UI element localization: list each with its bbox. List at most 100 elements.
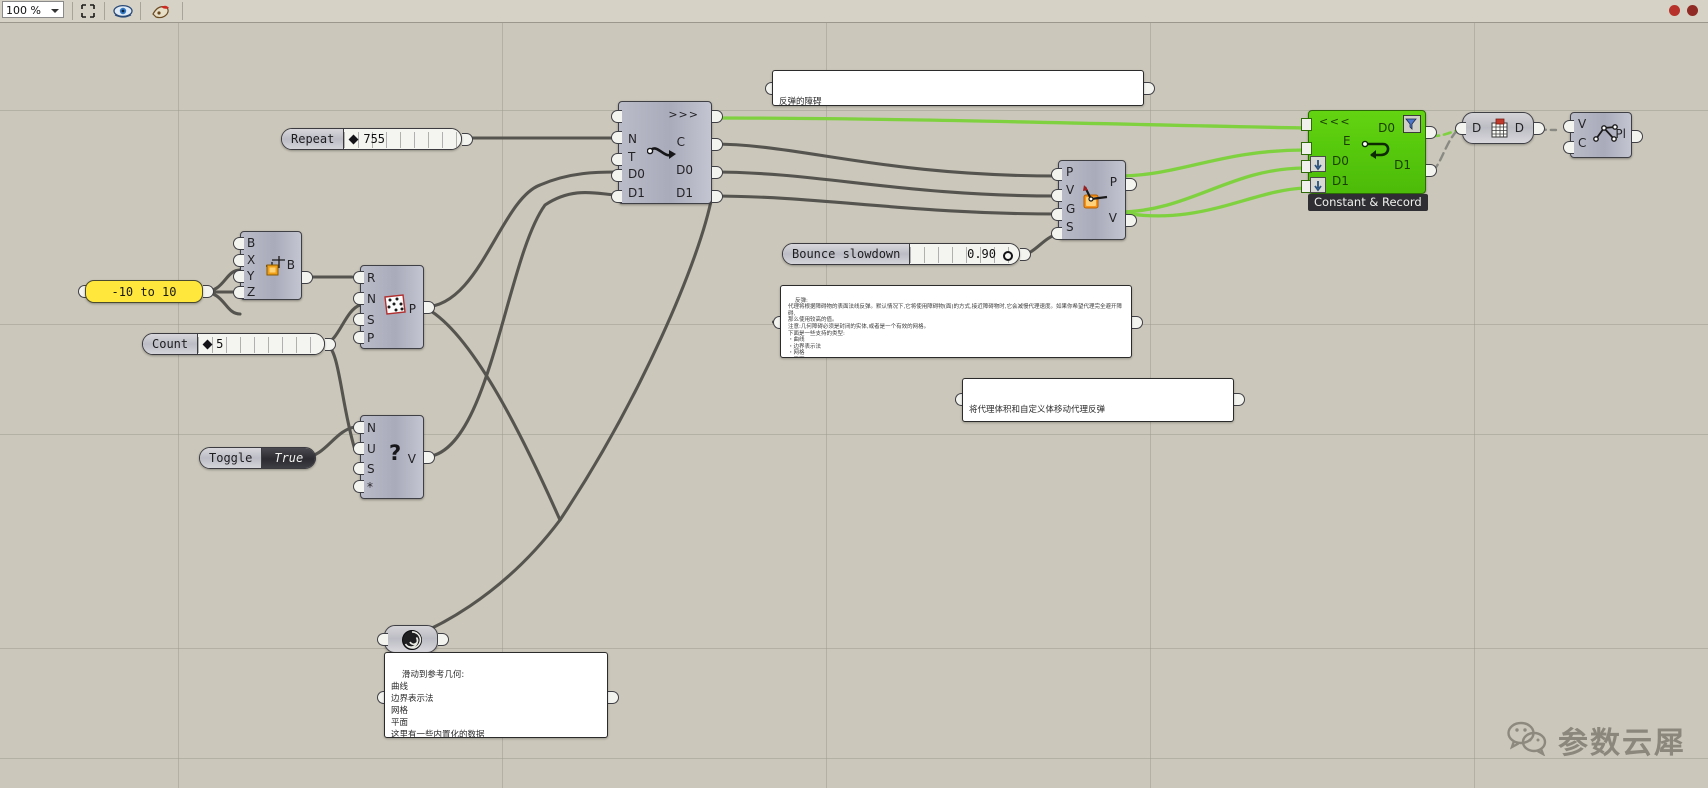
node-bounce[interactable]: P V G S P V <box>1058 160 1126 240</box>
node-bounce-nub-g[interactable] <box>1051 208 1062 221</box>
close-dot-icon[interactable] <box>1669 5 1680 16</box>
note-panel-bottom[interactable]: 滑动到参考几何: 曲线 边界表示法 网格 平面 这里有一些内置化的数据 <box>384 652 608 738</box>
node-polyline-nub-c[interactable] <box>1563 141 1574 154</box>
chevron-down-icon[interactable] <box>51 9 59 13</box>
node-populate-nub-n[interactable] <box>353 292 364 305</box>
node-box-input-x: X <box>247 253 256 267</box>
node-box-input-z: Z <box>247 285 256 299</box>
domain-panel-text: -10 to 10 <box>111 284 177 299</box>
node-random-nub-s[interactable] <box>353 462 364 475</box>
zoom-level-combobox[interactable]: 100 % <box>2 1 64 18</box>
node-loop-output-next: >>> <box>668 108 699 121</box>
filter-funnel-icon[interactable] <box>1403 115 1421 133</box>
preview-eye-icon[interactable] <box>112 2 133 20</box>
slider-ticks <box>344 132 461 148</box>
node-populate-nub-p[interactable] <box>353 331 364 344</box>
node-custom-preview[interactable] <box>384 625 438 653</box>
node-box-input-b: B <box>247 236 256 250</box>
toggle-value[interactable]: True <box>262 448 316 468</box>
note-panel-top-line1: 反弹的障碍 <box>779 97 822 106</box>
node-loop-nub-d0[interactable] <box>611 169 622 182</box>
domain-panel[interactable]: -10 to 10 <box>85 280 203 303</box>
node-constant-record-name: Constant & Record <box>1308 194 1428 211</box>
close-dot-icon-2[interactable] <box>1687 5 1698 16</box>
node-record-input-d1: D1 <box>1332 174 1349 188</box>
data-tree-icon <box>1489 117 1511 145</box>
note-panel-bottom-text: 滑动到参考几何: 曲线 边界表示法 网格 平面 这里有一些内置化的数据 <box>391 670 485 738</box>
zoom-extents-icon[interactable] <box>78 2 98 20</box>
loop-end-arrow-icon <box>1361 139 1395 167</box>
node-record-nub-e[interactable] <box>1301 142 1312 155</box>
node-loop-nub-n[interactable] <box>611 131 622 144</box>
slider-bounce-slowdown-value: 0.90 <box>967 247 996 261</box>
bake-icon[interactable] <box>150 2 170 20</box>
node-populate-input-n: N <box>367 292 376 306</box>
node-loop-input-n: N <box>628 132 637 146</box>
node-loop-nub-d1[interactable] <box>611 190 622 203</box>
node-canvas[interactable] <box>0 22 1708 788</box>
node-populate-nub-s[interactable] <box>353 313 364 326</box>
node-polyline[interactable]: V C Pl <box>1570 112 1632 158</box>
node-record-input-prev: <<< <box>1319 115 1352 128</box>
slider-bounce-slowdown-track[interactable]: 0.90 <box>910 244 1019 264</box>
node-random-nub-n[interactable] <box>353 421 364 434</box>
slider-repeat[interactable]: Repeat 755 <box>281 128 462 150</box>
node-record-input-e: E <box>1343 134 1351 148</box>
node-record-toggle-d0[interactable] <box>1310 156 1326 172</box>
toolbar: 100 % <box>0 0 1708 23</box>
node-bounce-nub-v[interactable] <box>1051 189 1062 202</box>
node-box-nub-z[interactable] <box>233 286 244 299</box>
node-polyline-nub-v[interactable] <box>1563 120 1574 133</box>
node-random-output-v: V <box>407 452 416 466</box>
node-random[interactable]: N U S * V ? <box>360 415 424 499</box>
node-bounce-nub-p[interactable] <box>1051 168 1062 181</box>
node-custom-preview-nub-in[interactable] <box>377 633 388 646</box>
canvas-grid-line <box>0 434 1708 435</box>
slider-bounce-slowdown-label: Bounce slowdown <box>783 244 911 264</box>
node-loop-input-t: T <box>628 150 636 164</box>
node-flatten-tree[interactable]: D D <box>1462 112 1534 144</box>
toolbar-separator <box>182 2 183 20</box>
node-polyline-input-v: V <box>1578 117 1587 131</box>
note-panel-top[interactable]: 反弹的障碍 从几何障碍中跳出代理。 <box>772 70 1144 106</box>
node-box-nub-y[interactable] <box>233 270 244 283</box>
note-panel-description-text: 反弹: 代理将根据障碍物的表面法线反弹。默认情况下,它将使用障碍物(面)的方式,… <box>788 297 1123 357</box>
node-populate-nub-r[interactable] <box>353 271 364 284</box>
node-flatten-output-d: D <box>1514 121 1524 135</box>
node-box-nub-x[interactable] <box>233 254 244 267</box>
loop-arrow-icon <box>646 144 681 172</box>
svg-text:?: ? <box>389 441 401 465</box>
node-random-nub-u[interactable] <box>353 442 364 455</box>
toggle-label: Toggle <box>200 448 263 468</box>
node-populate-input-r: R <box>367 271 376 285</box>
node-record-toggle-d1[interactable] <box>1310 177 1326 193</box>
node-loop-nub-t[interactable] <box>611 153 622 166</box>
slider-count-track[interactable]: 5 <box>198 334 324 354</box>
slider-repeat-track[interactable]: 755 <box>344 129 461 149</box>
slider-count[interactable]: Count 5 <box>142 333 325 355</box>
node-populate-3d[interactable]: R N S P P <box>360 265 424 349</box>
node-record-output-d1: D1 <box>1394 158 1411 172</box>
node-loop-nub-top[interactable] <box>611 110 622 123</box>
question-mark-icon: ? <box>385 440 409 472</box>
node-loop-start[interactable]: N T D0 D1 >>> C D0 D1 <box>618 101 712 204</box>
node-bounce-input-p: P <box>1066 165 1074 179</box>
node-random-nub-mult[interactable] <box>353 480 364 493</box>
slider-repeat-value: 755 <box>363 132 386 146</box>
node-random-input-u: U <box>367 442 376 456</box>
slider-bounce-slowdown[interactable]: Bounce slowdown 0.90 <box>782 243 1020 265</box>
slider-handle[interactable] <box>1003 251 1013 261</box>
note-panel-warning[interactable]: 将代理体积和自定义体移动代理反弹 警告:模拟将变得很慢! <box>962 378 1234 422</box>
toggle-boolean[interactable]: Toggle True <box>199 447 317 469</box>
node-record-nub-prev[interactable] <box>1301 118 1312 131</box>
node-flatten-nub-in[interactable] <box>1455 122 1466 135</box>
node-bounce-input-s: S <box>1066 220 1074 234</box>
note-panel-description[interactable]: 反弹: 代理将根据障碍物的表面法线反弹。默认情况下,它将使用障碍物(面)的方式,… <box>780 285 1132 358</box>
node-bounce-nub-s[interactable] <box>1051 227 1062 240</box>
slider-count-label: Count <box>143 334 199 354</box>
node-box[interactable]: B X Y Z B <box>240 231 302 300</box>
node-populate-input-s: S <box>367 313 375 327</box>
node-box-nub-b[interactable] <box>233 237 244 250</box>
node-record-output-d0: D0 <box>1378 121 1395 135</box>
node-bounce-input-v: V <box>1066 183 1075 197</box>
